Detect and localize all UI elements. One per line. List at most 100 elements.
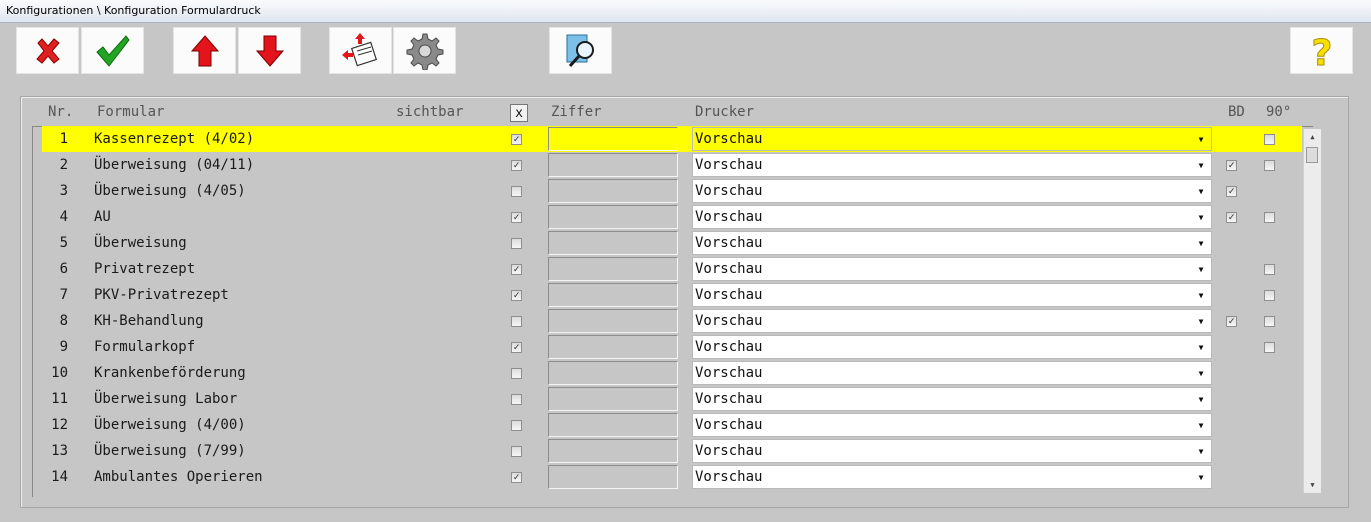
ziffer-field[interactable]: [548, 361, 678, 385]
table-row[interactable]: 12 Überweisung (4/00) Vorschau ▼: [42, 412, 1222, 438]
visible-checkbox[interactable]: [511, 238, 522, 249]
chevron-down-icon[interactable]: ▼: [1193, 210, 1209, 226]
printer-dropdown[interactable]: Vorschau ▼: [692, 439, 1212, 463]
printer-dropdown[interactable]: Vorschau ▼: [692, 309, 1212, 333]
chevron-down-icon[interactable]: ▼: [1193, 288, 1209, 304]
ziffer-field[interactable]: [548, 179, 678, 203]
chevron-down-icon[interactable]: ▼: [1193, 366, 1209, 382]
scroll-thumb[interactable]: [1306, 147, 1318, 163]
ziffer-field[interactable]: [548, 257, 678, 281]
visible-checkbox[interactable]: [511, 316, 522, 327]
table-row[interactable]: 2 Überweisung (04/11) ✓ Vorschau ▼ ✓: [42, 152, 1275, 178]
visible-checkbox[interactable]: [511, 446, 522, 457]
chevron-down-icon[interactable]: ▼: [1193, 236, 1209, 252]
ziffer-field[interactable]: [548, 283, 678, 307]
rotate-90-checkbox[interactable]: [1264, 342, 1275, 353]
ziffer-field[interactable]: [548, 465, 678, 489]
bd-checkbox[interactable]: ✓: [1226, 212, 1237, 223]
chevron-down-icon[interactable]: ▼: [1193, 184, 1209, 200]
scroll-up-icon[interactable]: ▲: [1304, 129, 1321, 145]
table-row[interactable]: 7 PKV-Privatrezept ✓ Vorschau ▼: [42, 282, 1275, 308]
visible-checkbox[interactable]: ✓: [511, 160, 522, 171]
move-down-button[interactable]: [238, 27, 301, 74]
rotate-90-checkbox[interactable]: [1264, 134, 1275, 145]
printer-dropdown[interactable]: Vorschau ▼: [692, 127, 1212, 151]
vertical-scrollbar[interactable]: ▲ ▼: [1303, 129, 1321, 493]
visible-checkbox[interactable]: [511, 394, 522, 405]
printer-dropdown[interactable]: Vorschau ▼: [692, 413, 1212, 437]
ziffer-field[interactable]: [548, 309, 678, 333]
chevron-down-icon[interactable]: ▼: [1193, 444, 1209, 460]
ziffer-field[interactable]: [548, 335, 678, 359]
printer-swap-button[interactable]: [329, 27, 392, 74]
bd-checkbox[interactable]: ✓: [1226, 186, 1237, 197]
chevron-down-icon[interactable]: ▼: [1193, 262, 1209, 278]
visible-checkbox[interactable]: ✓: [511, 134, 522, 145]
table-row[interactable]: 10 Krankenbeförderung Vorschau ▼: [42, 360, 1222, 386]
chevron-down-icon[interactable]: ▼: [1193, 418, 1209, 434]
ok-button[interactable]: [81, 27, 144, 74]
rotate-90-checkbox[interactable]: [1264, 160, 1275, 171]
rotate-90-checkbox[interactable]: [1264, 212, 1275, 223]
table-row[interactable]: 1 Kassenrezept (4/02) ✓ Vorschau ▼: [42, 126, 1302, 152]
visible-checkbox[interactable]: ✓: [511, 290, 522, 301]
printer-value: Vorschau: [695, 209, 763, 225]
printer-dropdown[interactable]: Vorschau ▼: [692, 361, 1212, 385]
printer-dropdown[interactable]: Vorschau ▼: [692, 465, 1212, 489]
title-bar: Konfigurationen \ Konfiguration Formular…: [0, 0, 1371, 23]
printer-dropdown[interactable]: Vorschau ▼: [692, 231, 1212, 255]
table-row[interactable]: 11 Überweisung Labor Vorschau ▼: [42, 386, 1222, 412]
chevron-down-icon[interactable]: ▼: [1193, 132, 1209, 148]
help-button[interactable]: ?: [1290, 27, 1353, 74]
printer-dropdown[interactable]: Vorschau ▼: [692, 283, 1212, 307]
table-row[interactable]: 4 AU ✓ Vorschau ▼ ✓: [42, 204, 1275, 230]
rotate-90-checkbox[interactable]: [1264, 290, 1275, 301]
ziffer-field[interactable]: [548, 205, 678, 229]
visible-checkbox[interactable]: ✓: [511, 342, 522, 353]
table-row[interactable]: 8 KH-Behandlung Vorschau ▼ ✓: [42, 308, 1275, 334]
form-name: Überweisung (4/05): [94, 183, 246, 199]
visible-checkbox[interactable]: ✓: [511, 212, 522, 223]
chevron-down-icon[interactable]: ▼: [1193, 158, 1209, 174]
table-row[interactable]: 5 Überweisung Vorschau ▼: [42, 230, 1222, 256]
ziffer-field[interactable]: [548, 439, 678, 463]
visible-checkbox[interactable]: ✓: [511, 264, 522, 275]
table-row[interactable]: 3 Überweisung (4/05) Vorschau ▼ ✓: [42, 178, 1237, 204]
visible-checkbox[interactable]: [511, 420, 522, 431]
chevron-down-icon[interactable]: ▼: [1193, 470, 1209, 486]
visible-checkbox[interactable]: [511, 186, 522, 197]
table-row[interactable]: 6 Privatrezept ✓ Vorschau ▼: [42, 256, 1275, 282]
ziffer-field[interactable]: [548, 387, 678, 411]
move-up-button[interactable]: [173, 27, 236, 74]
visible-checkbox[interactable]: [511, 368, 522, 379]
preview-button[interactable]: [549, 27, 612, 74]
printer-dropdown[interactable]: Vorschau ▼: [692, 153, 1212, 177]
bd-checkbox[interactable]: ✓: [1226, 160, 1237, 171]
cancel-button[interactable]: [16, 27, 79, 74]
toggle-all-visible-button[interactable]: x: [510, 104, 528, 122]
scroll-down-icon[interactable]: ▼: [1304, 477, 1321, 493]
rotate-90-checkbox[interactable]: [1264, 316, 1275, 327]
table-row[interactable]: 14 Ambulantes Operieren ✓ Vorschau ▼: [42, 464, 1222, 490]
ziffer-field[interactable]: [548, 231, 678, 255]
form-name: Formularkopf: [94, 339, 196, 355]
printer-dropdown[interactable]: Vorschau ▼: [692, 179, 1212, 203]
ziffer-field[interactable]: [548, 153, 678, 177]
form-name: AU: [94, 209, 111, 225]
visible-checkbox[interactable]: ✓: [511, 472, 522, 483]
chevron-down-icon[interactable]: ▼: [1193, 340, 1209, 356]
printer-dropdown[interactable]: Vorschau ▼: [692, 335, 1212, 359]
table-row[interactable]: 13 Überweisung (7/99) Vorschau ▼: [42, 438, 1222, 464]
chevron-down-icon[interactable]: ▼: [1193, 392, 1209, 408]
rotate-90-checkbox[interactable]: [1264, 264, 1275, 275]
ziffer-field[interactable]: [548, 127, 678, 151]
form-name: KH-Behandlung: [94, 313, 204, 329]
printer-dropdown[interactable]: Vorschau ▼: [692, 205, 1212, 229]
printer-dropdown[interactable]: Vorschau ▼: [692, 257, 1212, 281]
bd-checkbox[interactable]: ✓: [1226, 316, 1237, 327]
table-row[interactable]: 9 Formularkopf ✓ Vorschau ▼: [42, 334, 1275, 360]
ziffer-field[interactable]: [548, 413, 678, 437]
settings-button[interactable]: [393, 27, 456, 74]
printer-dropdown[interactable]: Vorschau ▼: [692, 387, 1212, 411]
chevron-down-icon[interactable]: ▼: [1193, 314, 1209, 330]
